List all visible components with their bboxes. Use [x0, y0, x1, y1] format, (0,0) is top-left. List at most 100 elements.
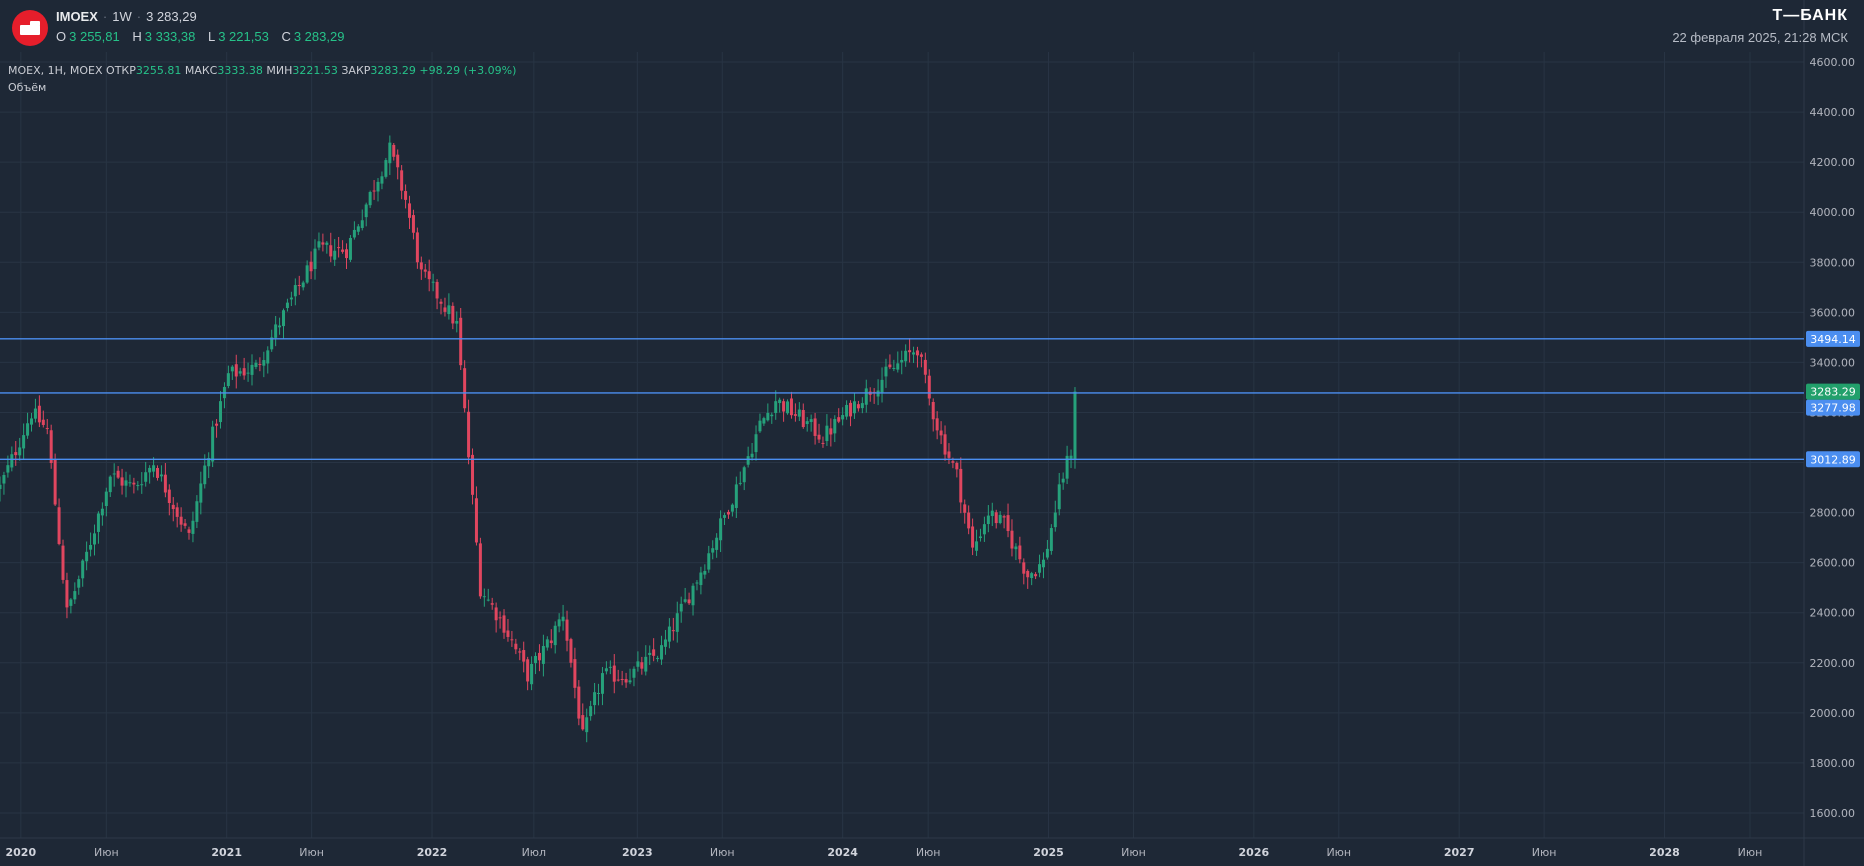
series-open-value: 3255.81 — [135, 64, 182, 77]
candle — [620, 670, 624, 686]
candle-body — [423, 269, 427, 272]
candle-body — [537, 652, 541, 661]
candle-body — [148, 467, 152, 473]
candle-body — [195, 501, 199, 522]
candle-body — [522, 650, 526, 662]
candle-body — [26, 423, 30, 436]
candle-body — [628, 680, 632, 683]
candle — [506, 618, 510, 642]
candle — [1030, 571, 1034, 586]
candle-body — [494, 607, 498, 621]
tbank-logo-icon[interactable] — [12, 10, 48, 46]
candle — [148, 465, 152, 484]
candle-body — [656, 657, 660, 659]
candle-body — [301, 282, 305, 288]
candle-body — [663, 639, 667, 647]
candle-body — [1006, 515, 1010, 532]
candle — [49, 424, 53, 469]
candle — [537, 644, 541, 672]
candle — [561, 604, 565, 631]
candle-body — [703, 570, 707, 575]
candle-body — [486, 599, 490, 601]
symbol-name[interactable]: IMOEX — [56, 9, 98, 24]
candle — [392, 142, 396, 161]
candle — [73, 582, 77, 604]
candle — [801, 403, 805, 429]
candle-body — [939, 430, 943, 436]
candle-body — [246, 372, 250, 374]
candle-body — [278, 325, 282, 328]
candle — [396, 149, 400, 180]
candle-body — [215, 423, 219, 426]
candle-body — [1061, 478, 1065, 483]
candle-body — [33, 408, 37, 419]
ohlc-low-key: L — [207, 29, 216, 44]
candle-body — [793, 414, 797, 416]
candle-body — [6, 465, 10, 473]
candle — [640, 656, 644, 675]
candle-body — [695, 582, 699, 584]
candle — [372, 180, 376, 200]
candle-body — [356, 226, 360, 232]
price-tick-label: 4200.00 — [1810, 156, 1856, 169]
candle-body — [325, 242, 329, 245]
candle — [455, 311, 459, 333]
candle-body — [305, 265, 309, 283]
candle — [419, 256, 423, 280]
candle-body — [864, 388, 868, 405]
candle-body — [994, 512, 998, 524]
candle — [108, 475, 112, 498]
candle-body — [549, 640, 553, 644]
time-tick-label: 2025 — [1033, 846, 1064, 859]
candle — [892, 359, 896, 372]
time-axis: 2020 Июн 2021 Июн 2022 Июл 2023 Июн 2024 Июн 2025 И… — [6, 846, 1763, 859]
candle — [522, 641, 526, 673]
candle — [274, 315, 278, 347]
candle-body — [825, 425, 829, 442]
candle — [352, 221, 356, 240]
candle-body — [829, 428, 833, 435]
candle — [132, 477, 136, 494]
ohlc-high-value: 3 333,38 — [144, 29, 196, 44]
candle-body — [573, 659, 577, 688]
candle — [384, 157, 388, 179]
candle-body — [81, 560, 85, 579]
candle — [250, 354, 254, 386]
candle — [813, 412, 817, 445]
candle — [935, 411, 939, 440]
candle-body — [10, 454, 14, 468]
candle — [711, 540, 715, 560]
candle — [809, 414, 813, 432]
candle — [750, 443, 754, 461]
candle-body — [577, 686, 581, 719]
candle-body — [581, 715, 585, 730]
price-tick-label: 2600.00 — [1810, 557, 1856, 570]
candle — [530, 656, 534, 691]
candle-body — [845, 404, 849, 417]
price-chart[interactable]: 1600.00 1800.00 2000.00 2200.00 2400.00 2600.… — [0, 0, 1864, 866]
candle — [770, 412, 774, 424]
volume-legend[interactable]: Объём — [8, 81, 46, 94]
candle — [687, 592, 691, 605]
candle — [364, 202, 368, 227]
candle — [876, 379, 880, 406]
candle — [423, 263, 427, 278]
candle-body — [931, 401, 935, 420]
candle-body — [908, 350, 912, 353]
candle — [112, 463, 116, 487]
candle — [841, 407, 845, 426]
candle-body — [620, 678, 624, 680]
candle — [266, 346, 270, 374]
candle — [1018, 536, 1022, 564]
series-legend[interactable]: MOEX, 1H, MOEX ОТКР3255.81 МАКС3333.38 М… — [8, 64, 516, 77]
interval-label[interactable]: 1W — [112, 9, 132, 24]
candle — [526, 656, 530, 691]
candle-body — [211, 426, 215, 462]
candle-body — [18, 447, 22, 456]
candle-body — [726, 511, 730, 515]
candle-body — [927, 375, 931, 399]
candle-body — [471, 454, 475, 495]
ticker-line: IMOEX · 1W · 3 283,29 — [56, 9, 197, 24]
series-open-label: ОТКР — [106, 64, 136, 77]
candle-body — [132, 482, 136, 485]
